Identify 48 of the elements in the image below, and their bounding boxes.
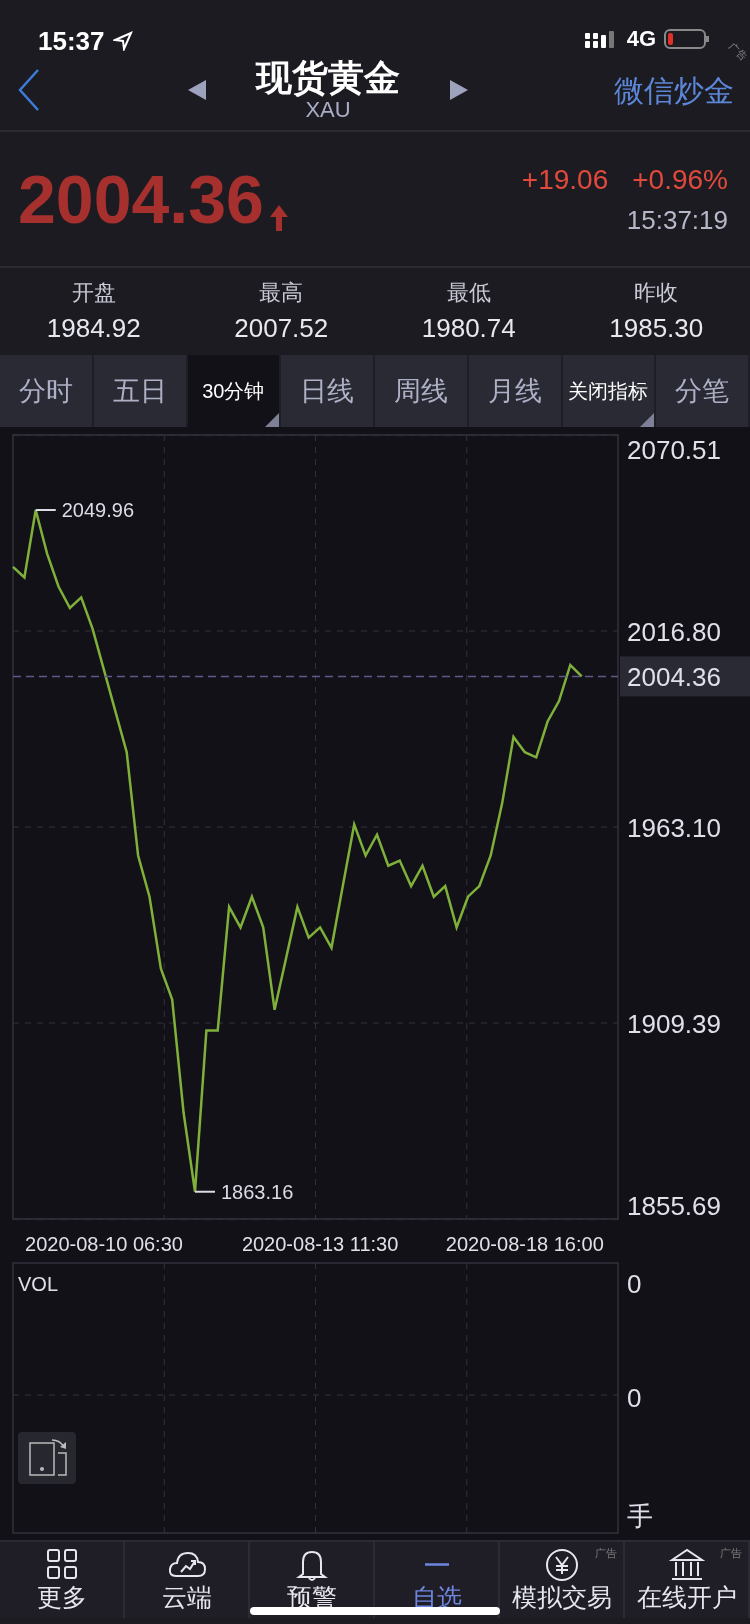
current-price: 2004.36 <box>18 165 264 233</box>
price-annotation: 1863.16 <box>221 1180 294 1203</box>
volume-title: VOL <box>18 1272 59 1297</box>
stat-value: 2007.52 <box>233 311 330 345</box>
period-tab[interactable]: 30分钟 <box>187 355 282 427</box>
next-button[interactable] <box>448 77 470 103</box>
y-axis-label: 1909.39 <box>627 1009 721 1039</box>
price-annotation: 2049.96 <box>61 499 135 521</box>
y-axis-label: 0 <box>627 1268 642 1301</box>
stat-value: 1985.30 <box>608 311 705 345</box>
ad-label: 广告 <box>726 39 750 64</box>
network-type: 4G <box>626 28 656 50</box>
price-change: +19.06 <box>521 162 609 197</box>
nav-tab[interactable]: 更多 <box>0 1542 125 1618</box>
stat-value: 1984.92 <box>45 311 142 345</box>
x-axis-label: 2020-08-13 11:30 <box>241 1233 399 1255</box>
stat-value: 1980.74 <box>420 311 517 345</box>
stat-label: 最高 <box>258 278 305 307</box>
y-axis-label: 0 <box>627 1382 642 1415</box>
location-arrow-icon <box>112 31 133 51</box>
y-axis-label: 1855.69 <box>627 1191 721 1221</box>
percent-change: +0.96% <box>632 162 728 197</box>
stat-label: 开盘 <box>70 278 117 307</box>
current-price-tag: 2004.36 <box>620 656 750 697</box>
previous-button[interactable] <box>186 77 208 103</box>
y-axis-label: 2070.51 <box>627 435 721 465</box>
leader-line <box>194 1190 216 1193</box>
ad-label: 广告 <box>720 1546 742 1561</box>
ad-label: 广告 <box>595 1546 617 1561</box>
y-axis-label: 手 <box>627 1500 653 1533</box>
back-button[interactable] <box>16 67 42 113</box>
dash-icon <box>424 1563 449 1566</box>
nav-tab[interactable]: 云端 <box>125 1542 250 1618</box>
stat-label: 最低 <box>445 278 492 307</box>
y-axis-label: 2016.80 <box>627 617 721 647</box>
header-link[interactable]: 微信炒金 <box>614 67 734 113</box>
battery-icon <box>664 28 710 50</box>
x-axis-label: 2020-08-18 16:00 <box>445 1233 604 1255</box>
rotate-screen-button[interactable] <box>18 1432 76 1484</box>
symbol-code: XAU <box>305 97 351 122</box>
leader-line <box>34 509 57 511</box>
stat-label: 昨收 <box>633 278 680 307</box>
x-axis-label: 2020-08-10 06:30 <box>25 1233 183 1255</box>
up-arrow-icon <box>267 203 290 233</box>
y-axis-label: 1963.10 <box>627 813 721 843</box>
quote-time: 15:37:19 <box>625 203 728 237</box>
page-title: 现货黄金 <box>256 58 400 98</box>
clock-time: 15:37 <box>38 28 105 54</box>
